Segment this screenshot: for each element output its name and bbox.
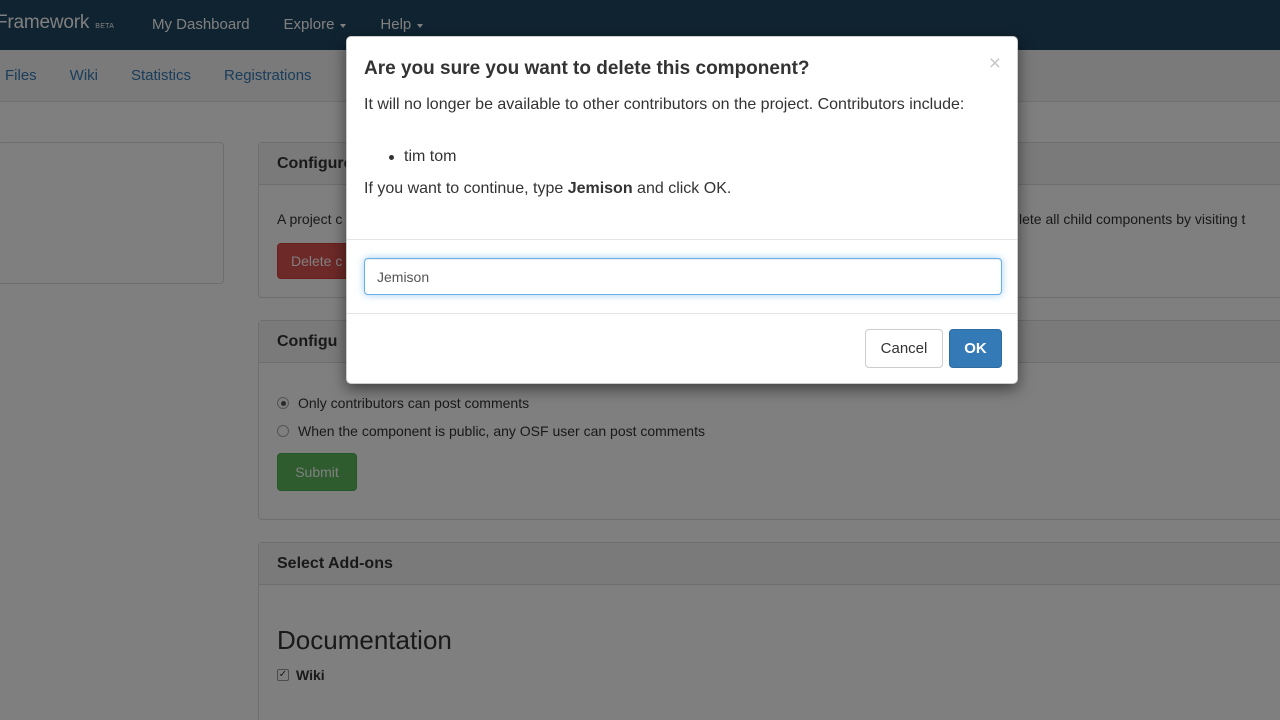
modal-message: It will no longer be available to other … xyxy=(364,96,965,113)
divider xyxy=(347,239,1017,240)
close-icon[interactable]: × xyxy=(989,53,1001,74)
ok-button[interactable]: OK xyxy=(949,329,1002,368)
bullet-icon xyxy=(389,154,394,160)
instruction-suffix: and click OK. xyxy=(632,180,732,197)
contributor-list: tim tom xyxy=(389,148,456,166)
modal-title: Are you sure you want to delete this com… xyxy=(364,58,810,79)
cancel-button[interactable]: Cancel xyxy=(865,329,943,368)
divider xyxy=(347,313,1017,314)
modal-instruction: If you want to continue, type Jemison an… xyxy=(364,180,731,198)
list-item: tim tom xyxy=(389,148,456,166)
instruction-prefix: If you want to continue, type xyxy=(364,180,568,197)
confirm-name-input[interactable] xyxy=(364,258,1002,295)
instruction-name: Jemison xyxy=(567,180,633,197)
contributor-name: tim tom xyxy=(404,148,457,165)
delete-confirm-modal: × Are you sure you want to delete this c… xyxy=(346,36,1018,384)
